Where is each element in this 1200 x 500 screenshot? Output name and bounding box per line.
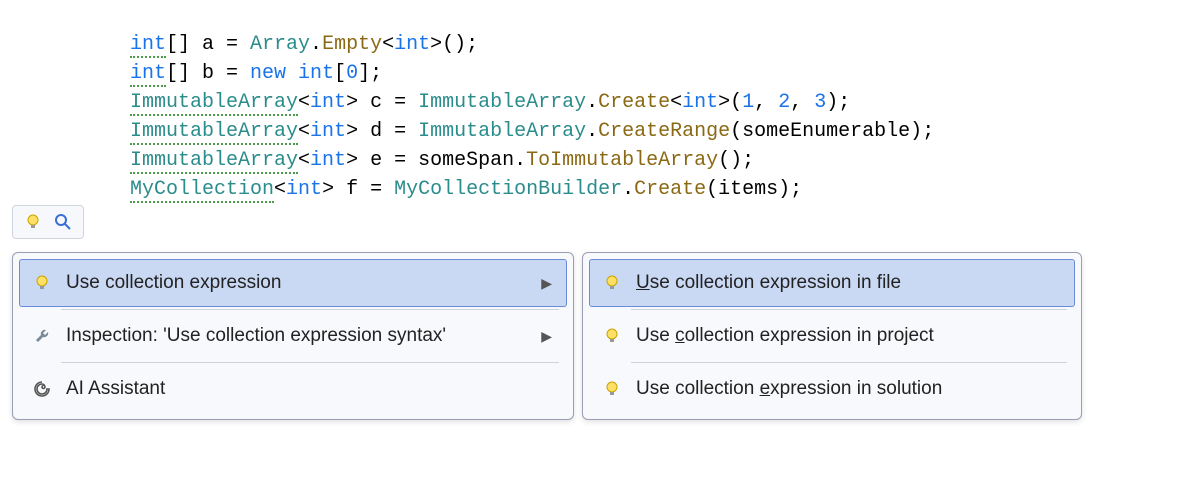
code-line: int[] a = Array.Empty<int>(); [130,30,1200,59]
quick-fix-gutter[interactable] [12,205,84,239]
menu-separator [631,362,1067,363]
chevron-right-icon: ▶ [541,275,552,292]
code-line: MyCollection<int> f = MyCollectionBuilde… [130,175,1200,204]
quick-fix-menu: Use collection expression ▶ Inspection: 'U… [12,252,574,420]
code-line: ImmutableArray<int> e = someSpan.ToImmut… [130,146,1200,175]
wrench-icon [30,324,54,348]
bulb-icon [30,271,54,295]
quick-fix-submenu: Use collection expression in file Use col… [582,252,1082,420]
menu-item[interactable]: Inspection: 'Use collection expression s… [19,312,567,360]
code-editor[interactable]: int[] a = Array.Empty<int>();int[] b = n… [0,0,1200,204]
menu-item-label: Use collection expression [66,272,529,294]
menu-item-label: AI Assistant [66,378,552,400]
chevron-right-icon: ▶ [541,328,552,345]
menu-item-label: Inspection: 'Use collection expression s… [66,325,529,347]
submenu-item[interactable]: Use collection expression in project [589,312,1075,360]
bulb-icon [600,377,624,401]
swirl-icon [30,377,54,401]
code-line: int[] b = new int[0]; [130,59,1200,88]
menu-separator [631,309,1067,310]
menu-item[interactable]: AI Assistant [19,365,567,413]
code-line: ImmutableArray<int> d = ImmutableArray.C… [130,117,1200,146]
code-line: ImmutableArray<int> c = ImmutableArray.C… [130,88,1200,117]
search-icon [51,210,75,234]
bulb-icon [600,271,624,295]
menu-item[interactable]: Use collection expression ▶ [19,259,567,307]
menu-separator [61,362,559,363]
menu-separator [61,309,559,310]
bulb-icon [600,324,624,348]
bulb-icon [21,210,45,234]
submenu-item-label: Use collection expression in file [636,272,1060,294]
submenu-item[interactable]: Use collection expression in solution [589,365,1075,413]
submenu-item[interactable]: Use collection expression in file [589,259,1075,307]
submenu-item-label: Use collection expression in solution [636,378,1060,400]
submenu-item-label: Use collection expression in project [636,325,1060,347]
